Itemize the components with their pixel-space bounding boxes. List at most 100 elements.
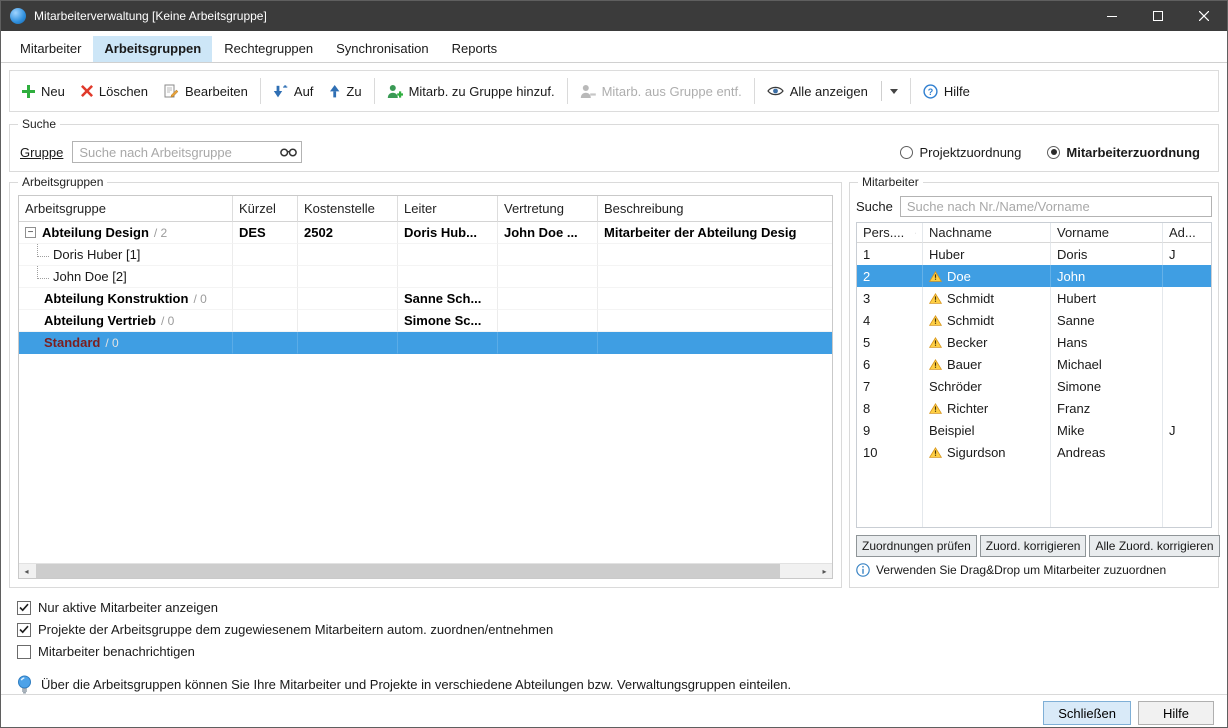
checkbox-checked[interactable]: [17, 601, 31, 615]
remove-from-group-button[interactable]: Mitarb. aus Gruppe entf.: [572, 78, 750, 105]
tree-collapse-toggle[interactable]: −: [25, 227, 36, 238]
close-dialog-button[interactable]: Schließen: [1043, 701, 1131, 725]
workgroup-row-konstruktion[interactable]: Abteilung Konstruktion / 0 Sanne Sch...: [19, 288, 832, 310]
split-separator: [881, 81, 882, 101]
employees-table: Pers.... Nachname Vorname Ad... 1 Huber …: [856, 222, 1212, 528]
scrollbar-track[interactable]: [34, 564, 817, 578]
column-header-nachname[interactable]: Nachname: [923, 223, 1051, 243]
help-button[interactable]: ? Hilfe: [915, 78, 978, 105]
option-label: Mitarbeiter benachrichtigen: [38, 644, 195, 659]
toolbar-separator: [754, 78, 755, 104]
employee-row[interactable]: 4 Schmidt Sanne: [857, 309, 1211, 331]
fix-assignment-button[interactable]: Zuord. korrigieren: [980, 535, 1087, 557]
tab-bar: Mitarbeiter Arbeitsgruppen Rechtegruppen…: [1, 31, 1227, 63]
option-notify-employees[interactable]: Mitarbeiter benachrichtigen: [17, 642, 1219, 661]
scroll-left-button[interactable]: ◂: [19, 564, 34, 578]
emp-cell-vorname: Hubert: [1051, 287, 1163, 309]
dragdrop-hint: Verwenden Sie Drag&Drop um Mitarbeiter z…: [876, 563, 1166, 577]
help-dialog-button[interactable]: Hilfe: [1138, 701, 1214, 725]
svg-text:?: ?: [928, 87, 934, 97]
maximize-button[interactable]: [1135, 1, 1181, 31]
column-header-kuerzel[interactable]: Kürzel: [233, 196, 298, 222]
check-assignments-button[interactable]: Zuordnungen prüfen: [856, 535, 977, 557]
checkbox-unchecked[interactable]: [17, 645, 31, 659]
wg-cell-leiter: Doris Hub...: [398, 222, 498, 244]
minimize-icon: [1107, 16, 1117, 17]
tab-arbeitsgruppen[interactable]: Arbeitsgruppen: [93, 36, 212, 62]
add-to-group-button[interactable]: Mitarb. zu Gruppe hinzuf.: [379, 78, 563, 105]
tab-reports[interactable]: Reports: [441, 36, 509, 62]
scroll-right-button[interactable]: ▸: [817, 564, 832, 578]
option-auto-assign-projects[interactable]: Projekte der Arbeitsgruppe dem zugewiese…: [17, 620, 1219, 639]
tab-rechtegruppen[interactable]: Rechtegruppen: [213, 36, 324, 62]
workgroup-name: Standard: [44, 335, 100, 350]
minimize-button[interactable]: [1089, 1, 1135, 31]
employee-row[interactable]: 1 Huber Doris J: [857, 243, 1211, 265]
employee-row[interactable]: 9 Beispiel Mike J: [857, 419, 1211, 441]
search-group-title: Suche: [18, 117, 60, 131]
column-header-ad[interactable]: Ad...: [1163, 223, 1211, 243]
emp-cell-nachname: Beispiel: [929, 423, 975, 438]
show-all-button[interactable]: Alle anzeigen: [759, 75, 906, 107]
edit-button[interactable]: Bearbeiten: [156, 78, 256, 105]
options-section: Nur aktive Mitarbeiter anzeigen Projekte…: [17, 598, 1219, 661]
horizontal-scrollbar[interactable]: ◂ ▸: [19, 563, 832, 578]
wg-cell-beschreibung: Mitarbeiter der Abteilung Desig: [598, 222, 832, 244]
workgroup-member-row[interactable]: John Doe [2]: [19, 266, 832, 288]
column-header-arbeitsgruppe[interactable]: Arbeitsgruppe: [19, 196, 233, 222]
close-button[interactable]: [1181, 1, 1227, 31]
column-header-vorname[interactable]: Vorname: [1051, 223, 1163, 243]
column-header-beschreibung[interactable]: Beschreibung: [598, 196, 832, 222]
option-active-employees[interactable]: Nur aktive Mitarbeiter anzeigen: [17, 598, 1219, 617]
employee-search-label: Suche: [856, 199, 893, 214]
add-to-group-label: Mitarb. zu Gruppe hinzuf.: [409, 84, 555, 99]
column-header-kostenstelle[interactable]: Kostenstelle: [298, 196, 398, 222]
checkbox-checked[interactable]: [17, 623, 31, 637]
collapse-all-button[interactable]: Zu: [321, 78, 369, 105]
warning-icon: [929, 271, 942, 282]
mitarbeiterzuordnung-radio[interactable]: Mitarbeiterzuordnung: [1047, 145, 1200, 160]
tab-synchronisation[interactable]: Synchronisation: [325, 36, 440, 62]
employee-row[interactable]: 8 Richter Franz: [857, 397, 1211, 419]
expand-all-button[interactable]: Auf: [265, 78, 322, 105]
toolbar-separator: [260, 78, 261, 104]
delete-button[interactable]: Löschen: [73, 78, 156, 105]
edit-button-label: Bearbeiten: [185, 84, 248, 99]
app-window: Mitarbeiterverwaltung [Keine Arbeitsgrup…: [0, 0, 1228, 728]
warning-icon: [929, 337, 942, 348]
employee-row[interactable]: 5 Becker Hans: [857, 331, 1211, 353]
emp-cell-vorname: Sanne: [1051, 309, 1163, 331]
column-header-persnr[interactable]: Pers....: [857, 223, 923, 243]
mitarbeiterzuordnung-label: Mitarbeiterzuordnung: [1066, 145, 1200, 160]
person-remove-icon: [580, 84, 596, 99]
binoculars-icon: [280, 147, 297, 158]
tab-mitarbeiter[interactable]: Mitarbeiter: [9, 36, 92, 62]
employee-row[interactable]: 7 Schröder Simone: [857, 375, 1211, 397]
emp-cell-nachname: Sigurdson: [947, 445, 1006, 460]
scrollbar-thumb[interactable]: [36, 564, 780, 578]
workgroup-row-vertrieb[interactable]: Abteilung Vertrieb / 0 Simone Sc...: [19, 310, 832, 332]
employee-row[interactable]: 10 Sigurdson Andreas: [857, 441, 1211, 463]
column-header-vertretung[interactable]: Vertretung: [498, 196, 598, 222]
column-header-leiter[interactable]: Leiter: [398, 196, 498, 222]
wg-cell-vertretung: John Doe ...: [498, 222, 598, 244]
workgroup-row-design[interactable]: − Abteilung Design / 2 DES 2502 Doris Hu…: [19, 222, 832, 244]
emp-cell-nachname: Becker: [947, 335, 987, 350]
table-empty-area: [857, 463, 1211, 527]
fix-all-assignments-button[interactable]: Alle Zuord. korrigieren: [1089, 535, 1219, 557]
employee-row[interactable]: 6 Bauer Michael: [857, 353, 1211, 375]
employee-search-input[interactable]: [900, 196, 1212, 217]
workgroup-count: / 0: [193, 292, 206, 306]
employee-row[interactable]: 3 Schmidt Hubert: [857, 287, 1211, 309]
close-icon: [1199, 11, 1209, 21]
projektzuordnung-radio[interactable]: Projektzuordnung: [900, 145, 1021, 160]
new-button[interactable]: Neu: [14, 78, 73, 105]
emp-cell-nr: 4: [857, 309, 923, 331]
workgroup-count: / 0: [105, 336, 118, 350]
wg-cell-leiter: Sanne Sch...: [398, 288, 498, 310]
employee-row-selected[interactable]: 2 Doe John: [857, 265, 1211, 287]
search-groupbox: Suche Gruppe Projektzuordnung Mitarbeit: [9, 124, 1219, 172]
workgroup-row-standard-selected[interactable]: Standard / 0: [19, 332, 832, 354]
workgroup-member-row[interactable]: Doris Huber [1]: [19, 244, 832, 266]
group-search-input[interactable]: [72, 141, 302, 163]
